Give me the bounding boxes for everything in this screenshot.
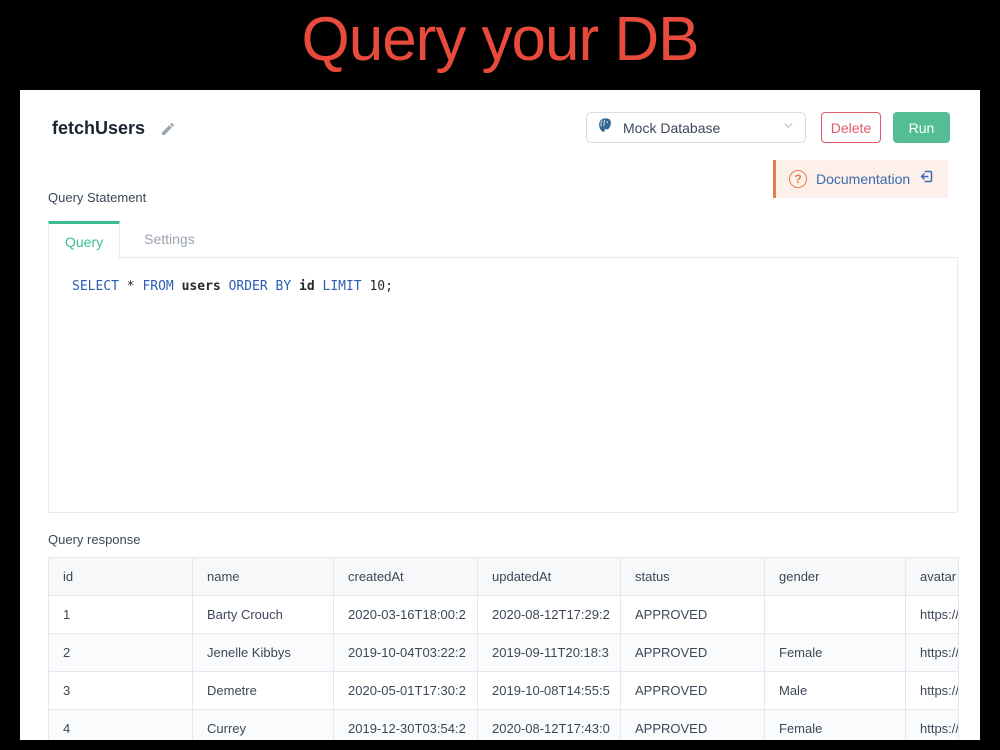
sql-token: SELECT bbox=[72, 279, 127, 294]
column-header-status: status bbox=[621, 558, 765, 596]
sql-editor-area[interactable]: SELECT * FROM users ORDER BY id LIMIT 10… bbox=[48, 258, 958, 513]
cell-updated: 2020-08-12T17:29:2 bbox=[478, 596, 621, 634]
cell-avatar: https:// bbox=[906, 710, 959, 741]
query-name: fetchUsers bbox=[52, 118, 145, 139]
cell-name: Barty Crouch bbox=[193, 596, 334, 634]
query-response-table: id name createdAt updatedAt status gende… bbox=[48, 557, 959, 740]
table-header-row: id name createdAt updatedAt status gende… bbox=[49, 558, 959, 596]
sql-token: * bbox=[127, 279, 143, 294]
cell-gender: Female bbox=[765, 710, 906, 741]
column-header-id: id bbox=[49, 558, 193, 596]
edit-pencil-icon[interactable] bbox=[160, 121, 176, 137]
cell-gender: Male bbox=[765, 672, 906, 710]
cell-gender: Female bbox=[765, 634, 906, 672]
cell-created: 2020-03-16T18:00:2 bbox=[334, 596, 478, 634]
query-editor: Query Settings SELECT * FROM users ORDER… bbox=[48, 221, 958, 513]
documentation-link[interactable]: Documentation bbox=[816, 171, 910, 187]
cell-created: 2020-05-01T17:30:2 bbox=[334, 672, 478, 710]
cell-id: 1 bbox=[49, 596, 193, 634]
sql-token: LIMIT bbox=[323, 279, 370, 294]
chevron-down-icon bbox=[782, 119, 795, 137]
resource-selector[interactable]: Mock Database bbox=[586, 112, 806, 143]
tab-query[interactable]: Query bbox=[48, 221, 120, 259]
query-editor-panel: fetchUsers Mock Database Delete Run ? Do… bbox=[20, 90, 980, 740]
cell-name: Demetre bbox=[193, 672, 334, 710]
column-header-gender: gender bbox=[765, 558, 906, 596]
cell-avatar: https:// bbox=[906, 634, 959, 672]
tab-settings[interactable]: Settings bbox=[120, 221, 219, 257]
cell-status: APPROVED bbox=[621, 634, 765, 672]
column-header-updatedAt: updatedAt bbox=[478, 558, 621, 596]
cell-avatar: https:// bbox=[906, 672, 959, 710]
cell-created: 2019-12-30T03:54:2 bbox=[334, 710, 478, 741]
resource-selector-value: Mock Database bbox=[623, 120, 773, 136]
cell-name: Jenelle Kibbys bbox=[193, 634, 334, 672]
cell-status: APPROVED bbox=[621, 596, 765, 634]
table-row: 2 Jenelle Kibbys 2019-10-04T03:22:2 2019… bbox=[49, 634, 959, 672]
cell-avatar: https:// bbox=[906, 596, 959, 634]
table-row: 1 Barty Crouch 2020-03-16T18:00:2 2020-0… bbox=[49, 596, 959, 634]
sql-token: users bbox=[182, 279, 229, 294]
sql-token: 10; bbox=[369, 279, 392, 294]
cell-id: 4 bbox=[49, 710, 193, 741]
sql-token: ORDER BY bbox=[229, 279, 299, 294]
sql-token: id bbox=[299, 279, 322, 294]
sql-token: FROM bbox=[142, 279, 181, 294]
column-header-avatar: avatar bbox=[906, 558, 959, 596]
postgresql-icon bbox=[597, 117, 614, 139]
run-button[interactable]: Run bbox=[893, 112, 950, 143]
page-title: Query your DB bbox=[0, 6, 1000, 74]
cell-id: 3 bbox=[49, 672, 193, 710]
editor-tabs: Query Settings bbox=[48, 221, 958, 258]
cell-created: 2019-10-04T03:22:2 bbox=[334, 634, 478, 672]
query-statement-label: Query Statement bbox=[48, 190, 146, 205]
cell-id: 2 bbox=[49, 634, 193, 672]
sql-statement: SELECT * FROM users ORDER BY id LIMIT 10… bbox=[49, 258, 957, 315]
cell-updated: 2020-08-12T17:43:0 bbox=[478, 710, 621, 741]
help-circle-icon: ? bbox=[789, 170, 807, 188]
column-header-name: name bbox=[193, 558, 334, 596]
cell-gender bbox=[765, 596, 906, 634]
cell-name: Currey bbox=[193, 710, 334, 741]
open-docs-icon bbox=[919, 169, 934, 189]
cell-status: APPROVED bbox=[621, 710, 765, 741]
table-row: 3 Demetre 2020-05-01T17:30:2 2019-10-08T… bbox=[49, 672, 959, 710]
query-response-label: Query response bbox=[48, 532, 141, 547]
cell-status: APPROVED bbox=[621, 672, 765, 710]
delete-button[interactable]: Delete bbox=[821, 112, 881, 143]
documentation-banner[interactable]: ? Documentation bbox=[773, 160, 948, 198]
cell-updated: 2019-10-08T14:55:5 bbox=[478, 672, 621, 710]
cell-updated: 2019-09-11T20:18:3 bbox=[478, 634, 621, 672]
table-row: 4 Currey 2019-12-30T03:54:2 2020-08-12T1… bbox=[49, 710, 959, 741]
column-header-createdAt: createdAt bbox=[334, 558, 478, 596]
